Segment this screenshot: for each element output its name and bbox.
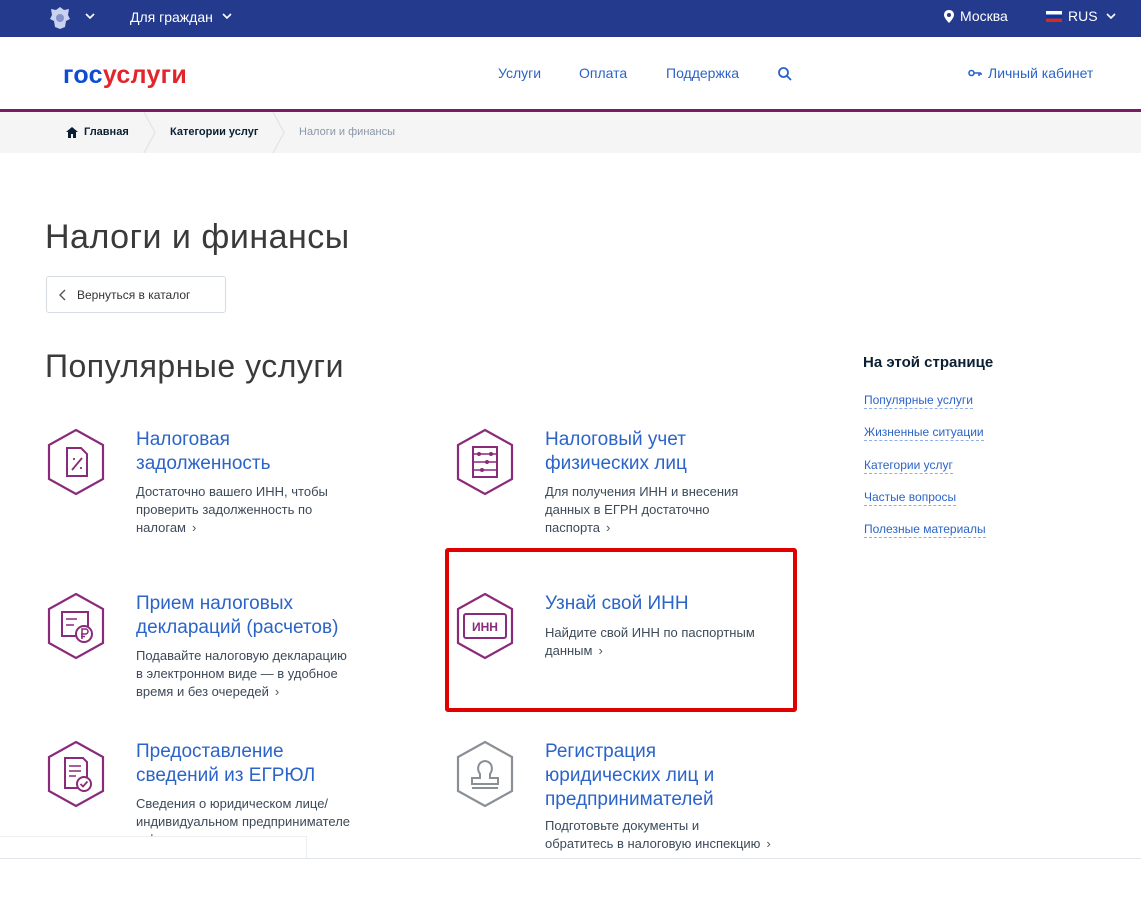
desc-line: Подготовьте документы и	[545, 818, 700, 833]
service-title[interactable]: Прием налоговых деклараций (расчетов)	[136, 592, 338, 640]
service-description: Сведения о юридическом лице/ индивидуаль…	[136, 795, 350, 840]
top-bar: Для граждан Москва RUS	[0, 0, 1141, 37]
language-selector[interactable]: RUS	[1046, 8, 1118, 24]
desc-line: Для получения ИНН и внесения	[545, 484, 739, 499]
breadcrumb-categories-label: Категории услуг	[170, 126, 259, 138]
aside-link-popular[interactable]: Популярные услуги	[864, 392, 973, 409]
chevron-down-icon[interactable]	[83, 9, 97, 23]
desc-line: в электронном виде — в удобное	[136, 666, 338, 681]
back-to-catalog-button[interactable]: Вернуться в каталог	[46, 276, 226, 313]
service-description: Подавайте налоговую декларацию в электро…	[136, 647, 347, 701]
service-business-registration[interactable]: Регистрация юридических лиц и предприним…	[454, 740, 814, 858]
desc-line: Достаточно вашего ИНН, чтобы	[136, 484, 328, 499]
back-button-label: Вернуться в каталог	[77, 287, 191, 302]
desc-line: налогам	[136, 520, 186, 535]
highlight-frame	[445, 548, 797, 712]
city-label: Москва	[960, 8, 1008, 24]
title-line: деклараций (расчетов)	[136, 617, 339, 638]
desc-line: время и без очередей	[136, 684, 269, 699]
tax-document-icon	[47, 428, 105, 496]
title-line: Регистрация	[545, 741, 657, 762]
title-line: сведений из ЕГРЮЛ	[136, 765, 316, 786]
logo-part-gos: гос	[63, 61, 103, 89]
service-title[interactable]: Регистрация юридических лиц и предприним…	[545, 740, 714, 812]
aside-link-materials[interactable]: Полезные материалы	[864, 521, 986, 538]
chevron-down-icon[interactable]	[220, 9, 234, 23]
desc-line: индивидуальном предпринимателе	[136, 814, 351, 829]
chevron-right-icon: ›	[192, 520, 197, 535]
citizens-dropdown[interactable]: Для граждан	[130, 9, 213, 25]
search-icon[interactable]	[777, 66, 793, 82]
title-line: физических лиц	[545, 453, 687, 474]
service-description: Подготовьте документы и обратитесь в нал…	[545, 817, 771, 853]
emblem-icon[interactable]	[46, 4, 74, 32]
declaration-ruble-icon	[47, 592, 105, 660]
desc-line: Подавайте налоговую декларацию	[136, 648, 347, 663]
desc-line: Сведения о юридическом лице/	[136, 796, 329, 811]
document-check-icon	[47, 740, 105, 808]
service-title[interactable]: Предоставление сведений из ЕГРЮЛ	[136, 740, 315, 788]
personal-cabinet-link[interactable]: Личный кабинет	[968, 65, 1093, 81]
bottom-overlay	[0, 836, 307, 859]
breadcrumb-home[interactable]: Главная	[66, 126, 129, 138]
logo-part-uslugi: услуги	[102, 61, 188, 89]
chevron-down-icon	[1105, 13, 1116, 20]
title-line: Налоговая	[136, 429, 230, 450]
breadcrumb-home-label: Главная	[84, 126, 129, 138]
on-this-page-title: На этой странице	[863, 354, 994, 371]
title-line: юридических лиц и	[545, 765, 715, 786]
desc-line: проверить задолженность по	[136, 502, 313, 517]
breadcrumb-current: Налоги и финансы	[299, 126, 395, 138]
service-tax-debt[interactable]: Налоговая задолженность Достаточно вашег…	[45, 428, 405, 538]
language-label: RUS	[1068, 8, 1098, 24]
aside-link-faq[interactable]: Частые вопросы	[864, 489, 957, 506]
popular-services-heading: Популярные услуги	[45, 348, 344, 384]
bottom-divider	[0, 858, 1141, 859]
title-line: Предоставление	[136, 741, 284, 762]
chevron-right-icon: ›	[606, 520, 611, 535]
breadcrumb-separator	[143, 112, 156, 153]
service-tax-declarations[interactable]: Прием налоговых деклараций (расчетов) По…	[45, 592, 405, 702]
main-header: госуслуги Услуги Оплата Поддержка Личный…	[0, 37, 1141, 109]
page-title: Налоги и финансы	[45, 218, 350, 256]
breadcrumb-current-label: Налоги и финансы	[299, 126, 396, 138]
title-line: Налоговый учет	[545, 429, 686, 450]
location-pin-icon	[944, 9, 954, 23]
service-description: Для получения ИНН и внесения данных в ЕГ…	[545, 483, 738, 537]
city-selector[interactable]: Москва	[944, 8, 1008, 24]
abacus-icon	[456, 428, 514, 496]
home-icon	[66, 126, 78, 138]
desc-line: паспорта	[545, 520, 601, 535]
chevron-left-icon	[59, 289, 66, 300]
service-title[interactable]: Налоговая задолженность	[136, 428, 271, 476]
aside-link-life-situations[interactable]: Жизненные ситуации	[864, 424, 984, 441]
chevron-right-icon: ›	[766, 836, 771, 851]
title-line: Прием налоговых	[136, 593, 294, 614]
nav-services[interactable]: Услуги	[498, 65, 541, 81]
service-description: Достаточно вашего ИНН, чтобы проверить з…	[136, 483, 328, 537]
nav-support[interactable]: Поддержка	[666, 65, 739, 81]
aside-link-categories[interactable]: Категории услуг	[864, 457, 953, 474]
flag-icon	[1046, 10, 1062, 22]
stamp-icon	[456, 740, 514, 808]
service-egrul-info[interactable]: Предоставление сведений из ЕГРЮЛ Сведени…	[45, 740, 405, 840]
key-icon	[968, 69, 982, 77]
desc-line: данных в ЕГРН достаточно	[545, 502, 710, 517]
cabinet-label: Личный кабинет	[988, 65, 1094, 81]
service-title[interactable]: Налоговый учет физических лиц	[545, 428, 687, 476]
nav-payment[interactable]: Оплата	[579, 65, 627, 81]
breadcrumb: Главная Категории услуг Налоги и финансы	[0, 112, 1141, 153]
breadcrumb-categories[interactable]: Категории услуг	[170, 126, 258, 138]
gosuslugi-logo[interactable]: госуслуги	[63, 61, 187, 90]
chevron-right-icon: ›	[274, 684, 280, 699]
desc-line: обратитесь в налоговую инспекцию	[545, 836, 761, 851]
breadcrumb-separator	[272, 112, 285, 153]
service-tax-accounting[interactable]: Налоговый учет физических лиц Для получе…	[454, 428, 814, 538]
title-line: предпринимателей	[545, 789, 714, 810]
title-line: задолженность	[136, 453, 271, 474]
